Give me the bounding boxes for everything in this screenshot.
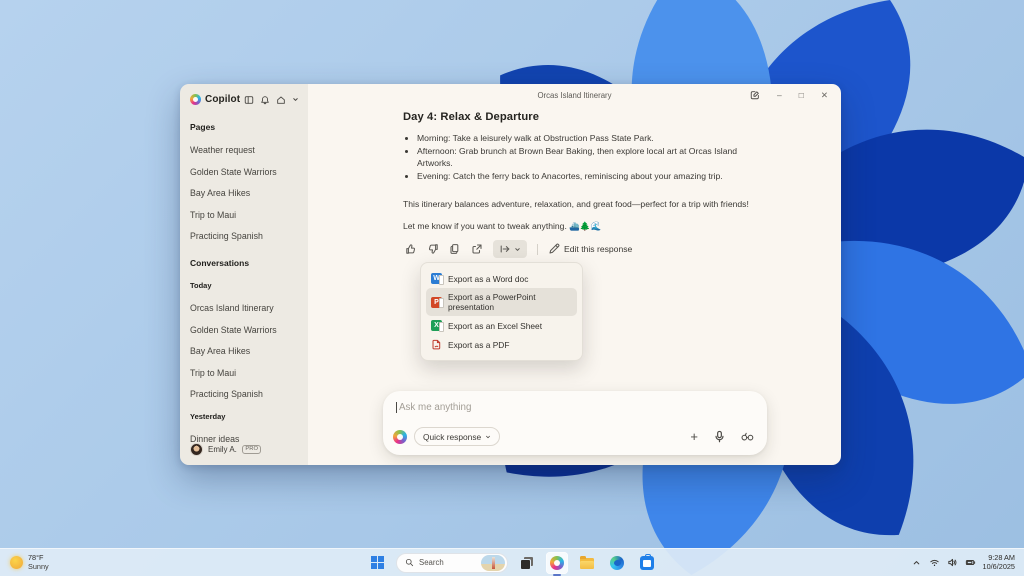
thumbs-down-icon[interactable] — [427, 243, 439, 255]
user-name: Emily A. — [208, 445, 237, 454]
assistant-response: Day 4: Relax & Departure Morning: Take a… — [403, 111, 751, 232]
export-word-item[interactable]: W Export as a Word doc — [426, 269, 577, 288]
start-button[interactable] — [366, 552, 388, 574]
search-label: Search — [419, 558, 476, 567]
chat-main: Orcas Island Itinerary – □ ✕ Day 4: Rela… — [308, 84, 841, 465]
thumbs-up-icon[interactable] — [405, 243, 417, 255]
taskbar: 78°F Sunny Search 9:28 — [0, 548, 1024, 576]
microphone-icon[interactable] — [713, 430, 726, 443]
copilot-taskbar-button[interactable] — [546, 552, 568, 574]
composer[interactable]: Ask me anything Quick response + — [383, 391, 767, 455]
itinerary-list: Morning: Take a leisurely walk at Obstru… — [403, 132, 751, 182]
chevron-down-icon — [485, 434, 491, 440]
sidebar-item-golden-state-warriors[interactable]: Golden State Warriors — [190, 167, 298, 177]
text-caret — [396, 402, 397, 413]
attach-button[interactable]: + — [690, 430, 698, 443]
conversation-orcas-island-itinerary[interactable]: Orcas Island Itinerary — [190, 303, 298, 313]
word-icon: W — [431, 273, 442, 284]
conversations-label: Conversations — [190, 258, 298, 268]
export-button[interactable] — [493, 240, 527, 258]
task-view-icon — [521, 557, 533, 569]
sidebar-item-practicing-spanish[interactable]: Practicing Spanish — [190, 231, 298, 241]
yesterday-label: Yesterday — [190, 412, 298, 421]
file-explorer-button[interactable] — [576, 552, 598, 574]
pencil-icon — [548, 243, 560, 255]
edit-response-button[interactable]: Edit this response — [548, 243, 632, 255]
itinerary-evening: Evening: Catch the ferry back to Anacort… — [417, 170, 751, 183]
conversation-practicing-spanish[interactable]: Practicing Spanish — [190, 389, 298, 399]
itinerary-morning: Morning: Take a leisurely walk at Obstru… — [417, 132, 751, 145]
pages-label: Pages — [190, 122, 298, 132]
avatar — [190, 443, 203, 456]
user-account[interactable]: Emily A. PRO — [190, 443, 261, 456]
sidebar-item-weather-request[interactable]: Weather request — [190, 145, 298, 155]
task-view-button[interactable] — [516, 552, 538, 574]
today-label: Today — [190, 281, 298, 290]
copilot-vision-glasses-icon[interactable] — [741, 430, 754, 443]
edit-response-label: Edit this response — [564, 244, 632, 254]
export-word-label: Export as a Word doc — [448, 274, 528, 284]
copilot-logo-icon — [393, 430, 407, 444]
export-icon — [499, 243, 511, 255]
microsoft-store-icon — [640, 556, 654, 570]
conversation-golden-state-warriors[interactable]: Golden State Warriors — [190, 325, 298, 335]
sidebar: Copilot Pages Weather request Golden Sta… — [180, 84, 308, 465]
desktop: Copilot Pages Weather request Golden Sta… — [0, 0, 1024, 576]
excel-icon: X — [431, 320, 442, 331]
copilot-logo-icon — [190, 94, 201, 105]
edge-button[interactable] — [606, 552, 628, 574]
copilot-window: Copilot Pages Weather request Golden Sta… — [180, 84, 841, 465]
pro-badge: PRO — [242, 445, 262, 455]
export-chevron-icon — [514, 246, 521, 253]
quick-response-label: Quick response — [423, 432, 481, 442]
export-pdf-item[interactable]: Export as a PDF — [426, 335, 577, 354]
sidebar-item-trip-to-maui[interactable]: Trip to Maui — [190, 210, 298, 220]
conversation-bay-area-hikes[interactable]: Bay Area Hikes — [190, 346, 298, 356]
conversation-trip-to-maui[interactable]: Trip to Maui — [190, 368, 298, 378]
chat-input-placeholder: Ask me anything — [399, 402, 471, 413]
edge-icon — [610, 556, 624, 570]
itinerary-afternoon: Afternoon: Grab brunch at Brown Bear Bak… — [417, 145, 751, 170]
file-explorer-icon — [580, 558, 594, 569]
minimize-button[interactable]: – — [777, 91, 782, 100]
close-button[interactable]: ✕ — [821, 91, 828, 100]
app-name: Copilot — [205, 94, 240, 105]
pdf-icon — [431, 339, 442, 350]
powerpoint-icon: P — [431, 297, 442, 308]
windows-logo-icon — [371, 556, 384, 569]
search-icon — [405, 558, 414, 567]
export-pdf-label: Export as a PDF — [448, 340, 509, 350]
export-powerpoint-label: Export as a PowerPoint presentation — [448, 292, 572, 312]
day4-heading: Day 4: Relax & Departure — [403, 111, 751, 123]
chevron-down-icon[interactable] — [292, 96, 299, 103]
home-icon[interactable] — [276, 95, 286, 105]
export-excel-label: Export as an Excel Sheet — [448, 321, 542, 331]
share-icon[interactable] — [471, 243, 483, 255]
new-chat-icon[interactable] — [750, 90, 760, 100]
sidebar-item-bay-area-hikes[interactable]: Bay Area Hikes — [190, 188, 298, 198]
copilot-logo-icon — [550, 556, 564, 570]
toggle-sidebar-icon[interactable] — [244, 95, 254, 105]
copy-icon[interactable] — [449, 243, 461, 255]
microsoft-store-button[interactable] — [636, 552, 658, 574]
quick-response-selector[interactable]: Quick response — [414, 427, 500, 446]
search-daily-image — [481, 555, 505, 571]
taskbar-search[interactable]: Search — [396, 553, 508, 573]
action-divider — [537, 244, 538, 255]
notifications-icon[interactable] — [260, 95, 270, 105]
maximize-button[interactable]: □ — [799, 91, 804, 100]
summary-text: This itinerary balances adventure, relax… — [403, 199, 751, 209]
followup-text: Let me know if you want to tweak anythin… — [403, 221, 751, 232]
export-powerpoint-item[interactable]: P Export as a PowerPoint presentation — [426, 288, 577, 316]
export-menu: W Export as a Word doc P Export as a Pow… — [420, 262, 583, 361]
response-action-bar: Edit this response — [405, 240, 632, 258]
chat-input[interactable]: Ask me anything — [396, 402, 753, 413]
export-excel-item[interactable]: X Export as an Excel Sheet — [426, 316, 577, 335]
titlebar: Orcas Island Itinerary – □ ✕ — [308, 84, 841, 106]
